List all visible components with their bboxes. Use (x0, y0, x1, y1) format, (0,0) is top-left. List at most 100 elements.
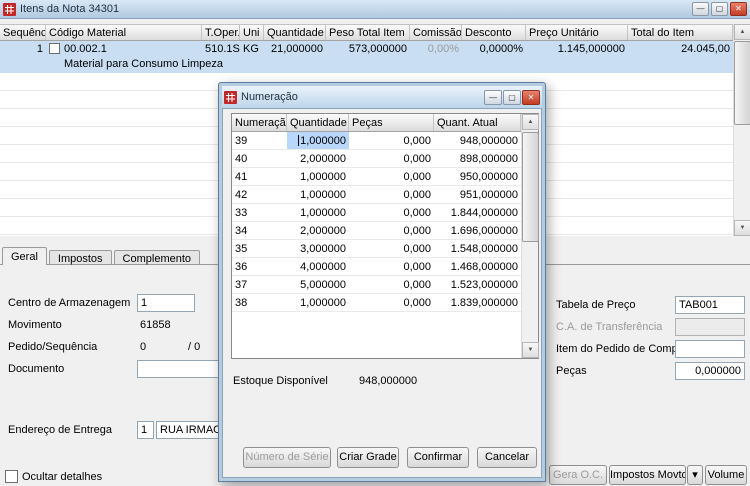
numeracao-scrollbar[interactable]: ▲ ▼ (521, 114, 538, 358)
numeracao-cell[interactable]: 41 (232, 168, 287, 185)
numeracao-cell[interactable]: 0,000 (349, 168, 434, 185)
numeracao-cell[interactable]: 1,000000 (287, 186, 349, 203)
numeracao-cell[interactable]: 1,000000 (287, 168, 349, 185)
volume-button[interactable]: Volume (705, 465, 747, 485)
numeracao-cell[interactable]: 1.696,000000 (434, 222, 521, 239)
numeracao-row-34[interactable]: 342,0000000,0001.696,000000 (232, 222, 521, 240)
numeracao-cell[interactable]: 4,000000 (287, 258, 349, 275)
dialog-close-button[interactable]: ✕ (522, 90, 540, 105)
endereco-numero-field[interactable]: 1 (137, 421, 154, 439)
cell-codigo-material[interactable]: 00.002.1 (46, 41, 202, 57)
numeracao-cell[interactable]: 1.548,000000 (434, 240, 521, 257)
tab-complemento[interactable]: Complemento (114, 250, 200, 265)
numeracao-cell[interactable]: 0,000 (349, 276, 434, 293)
numeracao-cell[interactable]: 950,000000 (434, 168, 521, 185)
numeracao-cell[interactable]: 1,000000 (287, 132, 349, 149)
tab-impostos[interactable]: Impostos (49, 250, 112, 265)
numeracao-cell[interactable]: 1.468,000000 (434, 258, 521, 275)
numeracao-cell[interactable]: 39 (232, 132, 287, 149)
numeracao-cell[interactable]: 40 (232, 150, 287, 167)
numeracao-cell[interactable]: 3,000000 (287, 240, 349, 257)
numeracao-cell[interactable]: 0,000 (349, 240, 434, 257)
numeracao-row-42[interactable]: 421,0000000,000951,000000 (232, 186, 521, 204)
numeracao-row-38[interactable]: 381,0000000,0001.839,000000 (232, 294, 521, 312)
numeracao-cell[interactable]: 33 (232, 204, 287, 221)
numeracao-cell[interactable]: 898,000000 (434, 150, 521, 167)
scroll-up-icon[interactable]: ▲ (734, 24, 750, 40)
numeracao-cell[interactable]: 1.839,000000 (434, 294, 521, 311)
numeracao-row-40[interactable]: 402,0000000,000898,000000 (232, 150, 521, 168)
numeracao-cell[interactable]: 1.523,000000 (434, 276, 521, 293)
scroll-up-icon[interactable]: ▲ (522, 114, 539, 130)
numeracao-cell[interactable]: 0,000 (349, 132, 434, 149)
numeracao-cell[interactable]: 0,000 (349, 204, 434, 221)
column-header-sequencia[interactable]: Sequência (0, 25, 46, 40)
numeracao-row-39[interactable]: 391,0000000,000948,000000 (232, 132, 521, 150)
column-header-quantidade[interactable]: Quantidade (287, 114, 349, 131)
numeracao-cell[interactable]: 34 (232, 222, 287, 239)
numeracao-cell[interactable]: 42 (232, 186, 287, 203)
numeracao-cell[interactable]: 1,000000 (287, 204, 349, 221)
column-header-codigo-material[interactable]: Código Material (46, 25, 202, 40)
tab-geral[interactable]: Geral (2, 247, 47, 265)
numeracao-cell[interactable]: 0,000 (349, 150, 434, 167)
item-checkbox[interactable] (49, 43, 60, 54)
impostos-movto-button[interactable]: Impostos Movto (609, 465, 686, 485)
numeracao-cell[interactable]: 2,000000 (287, 222, 349, 239)
dialog-maximize-button[interactable]: ▢ (503, 90, 521, 105)
numeracao-row-33[interactable]: 331,0000000,0001.844,000000 (232, 204, 521, 222)
numeracao-cell[interactable]: 5,000000 (287, 276, 349, 293)
ocultar-detalhes-checkbox[interactable] (5, 470, 18, 483)
column-header-peso-total-item[interactable]: Peso Total Item (326, 25, 410, 40)
column-header-t-oper[interactable]: T.Oper. (202, 25, 240, 40)
numeracao-cell[interactable]: 0,000 (349, 258, 434, 275)
close-button[interactable]: ✕ (730, 2, 747, 16)
scroll-down-icon[interactable]: ▼ (734, 220, 750, 236)
item-pedido-compra-field[interactable] (675, 340, 745, 358)
numeracao-cell[interactable]: 0,000 (349, 222, 434, 239)
numeracao-cell[interactable]: 38 (232, 294, 287, 311)
cell-desconto[interactable]: 0,0000% (462, 41, 526, 57)
cell-sequencia[interactable]: 1 (0, 41, 46, 57)
scrollbar-thumb[interactable] (522, 132, 539, 242)
numeracao-cell[interactable]: 2,000000 (287, 150, 349, 167)
confirmar-button[interactable]: Confirmar (407, 447, 469, 468)
item-row-selected[interactable]: 1 00.002.1 510.1S KG 21,000000 573,00000… (0, 41, 750, 73)
scrollbar-thumb[interactable] (734, 41, 750, 125)
centro-armazenagem-field[interactable]: 1 (137, 294, 195, 312)
cell-t-oper[interactable]: 510.1S (202, 41, 240, 57)
cancelar-button[interactable]: Cancelar (477, 447, 537, 468)
cell-descricao[interactable]: Material para Consumo Limpeza (0, 57, 750, 70)
numeracao-cell[interactable]: 36 (232, 258, 287, 275)
column-header-preco-unitario[interactable]: Preço Unitário (526, 25, 628, 40)
cell-uni[interactable]: KG (240, 41, 264, 57)
maximize-button[interactable]: ▢ (711, 2, 728, 16)
column-header-desconto[interactable]: Desconto (462, 25, 526, 40)
numeracao-cell[interactable]: 1,000000 (287, 294, 349, 311)
column-header-numeracao[interactable]: Numeração (232, 114, 287, 131)
cell-peso-total-item[interactable]: 573,000000 (326, 41, 410, 57)
cell-total-do-item[interactable]: 24.045,00 (628, 41, 733, 57)
column-header-quantidade[interactable]: Quantidade (264, 25, 326, 40)
numeracao-cell[interactable]: 0,000 (349, 294, 434, 311)
column-header-comissao[interactable]: Comissão (410, 25, 462, 40)
cell-comissao[interactable]: 0,00% (410, 41, 462, 57)
impostos-movto-dropdown-icon[interactable]: ▾ (687, 465, 703, 485)
minimize-button[interactable]: — (692, 2, 709, 16)
scroll-down-icon[interactable]: ▼ (522, 342, 539, 358)
numeracao-cell[interactable]: 35 (232, 240, 287, 257)
numeracao-cell[interactable]: 951,000000 (434, 186, 521, 203)
pecas-field[interactable]: 0,000000 (675, 362, 745, 380)
numeracao-cell[interactable]: 37 (232, 276, 287, 293)
numeracao-row-35[interactable]: 353,0000000,0001.548,000000 (232, 240, 521, 258)
cell-preco-unitario[interactable]: 1.145,000000 (526, 41, 628, 57)
cell-quantidade[interactable]: 21,000000 (264, 41, 326, 57)
numeracao-cell[interactable]: 0,000 (349, 186, 434, 203)
criar-grade-button[interactable]: Criar Grade (337, 447, 399, 468)
numeracao-cell[interactable]: 948,000000 (434, 132, 521, 149)
numeracao-row-41[interactable]: 411,0000000,000950,000000 (232, 168, 521, 186)
column-header-uni[interactable]: Uni (240, 25, 264, 40)
items-grid-scrollbar[interactable]: ▲ ▼ (733, 24, 750, 236)
column-header-quant-atual[interactable]: Quant. Atual (434, 114, 521, 131)
numeracao-cell[interactable]: 1.844,000000 (434, 204, 521, 221)
